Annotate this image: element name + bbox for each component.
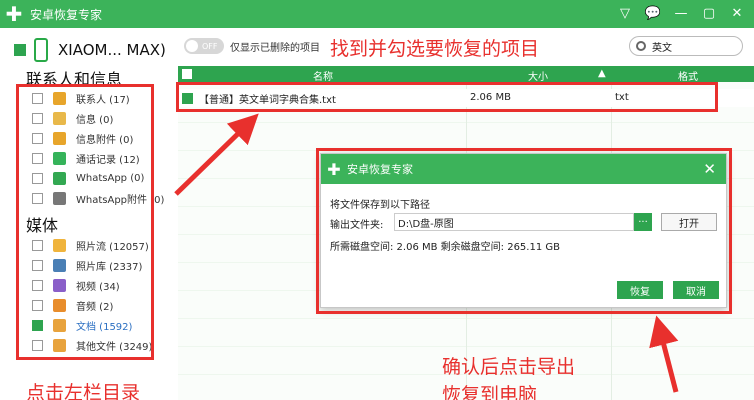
annotation-box-row [176,82,718,112]
annotation-box-dialog [316,148,732,314]
toggle-text: OFF [202,41,218,51]
app-window: ✚ 安卓恢复专家 ▽ 💬 — ▢ ✕ XIAOM... MAX) 联系人和信息 … [0,0,754,400]
annotation-box-sidebar [16,84,154,360]
search-icon [636,41,646,51]
window-controls: ▽ 💬 — ▢ ✕ [616,4,746,22]
device-checkbox[interactable] [14,44,26,56]
minimize-icon[interactable]: — [672,4,690,22]
device-name: XIAOM... MAX) [58,41,166,59]
deleted-only-toggle[interactable]: OFF [184,38,224,54]
search-value: 英文 [652,42,672,54]
feedback-icon[interactable]: 💬 [644,4,662,22]
title-bar: ✚ 安卓恢复专家 ▽ 💬 — ▢ ✕ [0,0,754,28]
wifi-icon[interactable]: ▽ [616,4,634,22]
header-size[interactable]: 大小 [528,68,548,83]
sort-arrow-icon: ▲ [598,68,606,79]
table-header: 名称 大小 ▲ 格式 [178,66,754,83]
app-title: 安卓恢复专家 [30,7,103,22]
annotation-left-text: 点击左栏目录 [26,382,141,400]
annotation-top-text: 找到并勾选要恢复的项目 [330,38,540,60]
header-name[interactable]: 名称 [313,68,333,83]
app-logo-icon: ✚ [5,2,23,26]
device-row[interactable]: XIAOM... MAX) [14,38,166,62]
select-all-checkbox[interactable] [182,69,192,79]
phone-icon [34,38,48,62]
close-icon[interactable]: ✕ [728,4,746,22]
header-format[interactable]: 格式 [678,68,698,83]
deleted-only-label: 仅显示已删除的项目 [230,43,320,54]
maximize-icon[interactable]: ▢ [700,4,718,22]
annotation-bottom-text-2: 恢复到电脑 [442,384,538,400]
annotation-bottom-text-1: 确认后点击导出 [442,356,576,378]
search-input[interactable]: 英文 [629,36,743,56]
